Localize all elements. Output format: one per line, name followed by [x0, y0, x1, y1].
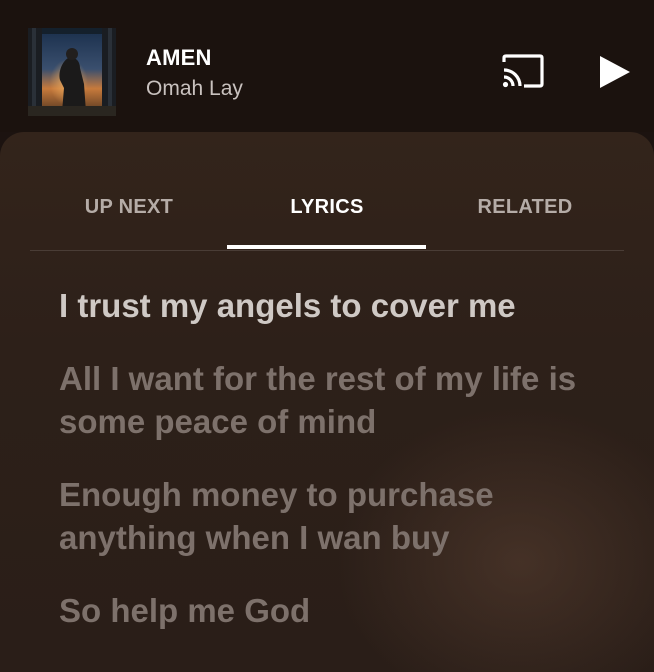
cast-button[interactable] — [498, 52, 546, 90]
player-sheet: UP NEXT LYRICS RELATED I trust my angels… — [0, 132, 654, 672]
cast-icon — [502, 54, 544, 88]
active-tab-indicator — [227, 245, 426, 249]
track-artist[interactable]: Omah Lay — [146, 76, 243, 102]
track-title: AMEN — [146, 45, 212, 70]
lyric-line: So help me God — [59, 592, 311, 629]
tab-up-next[interactable]: UP NEXT — [30, 196, 228, 219]
lyric-line: Enough money to purchase anything when I… — [59, 476, 494, 556]
play-icon — [600, 56, 630, 88]
play-button[interactable] — [594, 52, 634, 92]
lyric-line: All I want for the rest of my life is so… — [59, 360, 577, 440]
album-art[interactable] — [28, 28, 116, 116]
tab-lyrics[interactable]: LYRICS — [228, 196, 426, 219]
tab-bar: UP NEXT LYRICS RELATED — [30, 132, 624, 251]
lyric-line-current: I trust my angels to cover me — [59, 287, 516, 324]
mini-player[interactable]: AMEN Omah Lay — [0, 0, 654, 132]
track-info[interactable]: AMEN Omah Lay — [146, 45, 243, 102]
lyrics-panel[interactable]: I trust my angels to cover me All I want… — [59, 284, 629, 662]
tab-related[interactable]: RELATED — [426, 196, 624, 219]
album-art-image — [28, 28, 116, 116]
